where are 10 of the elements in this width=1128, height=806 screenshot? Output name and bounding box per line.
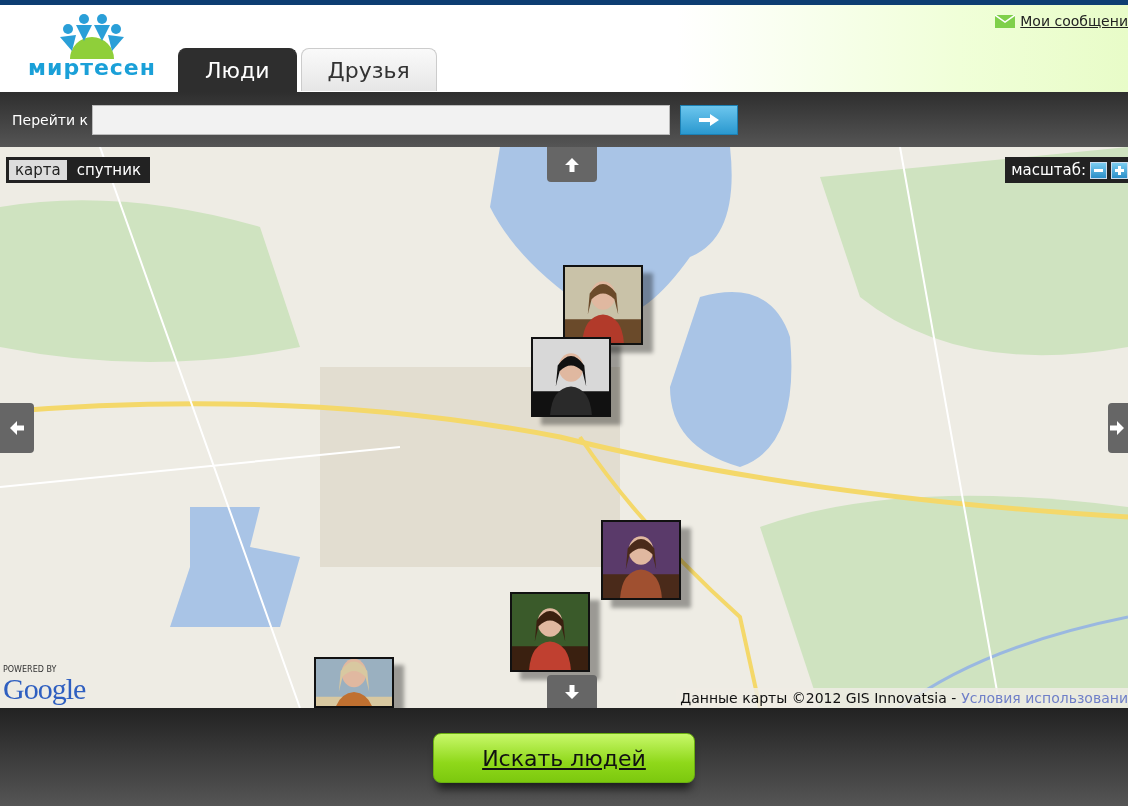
search-people-button[interactable]: Искать людей — [433, 733, 695, 783]
messages-link[interactable]: Мои сообщени — [1020, 13, 1128, 29]
envelope-icon — [995, 14, 1016, 28]
goto-field[interactable] — [91, 104, 670, 135]
tab[interactable]: Друзья — [300, 48, 437, 91]
tab[interactable]: Люди — [178, 48, 297, 92]
logo-text: миртесен — [28, 55, 156, 80]
go-button[interactable] — [679, 104, 738, 135]
arrow-icon — [696, 111, 721, 128]
goto-label: Перейти к — [12, 111, 88, 128]
